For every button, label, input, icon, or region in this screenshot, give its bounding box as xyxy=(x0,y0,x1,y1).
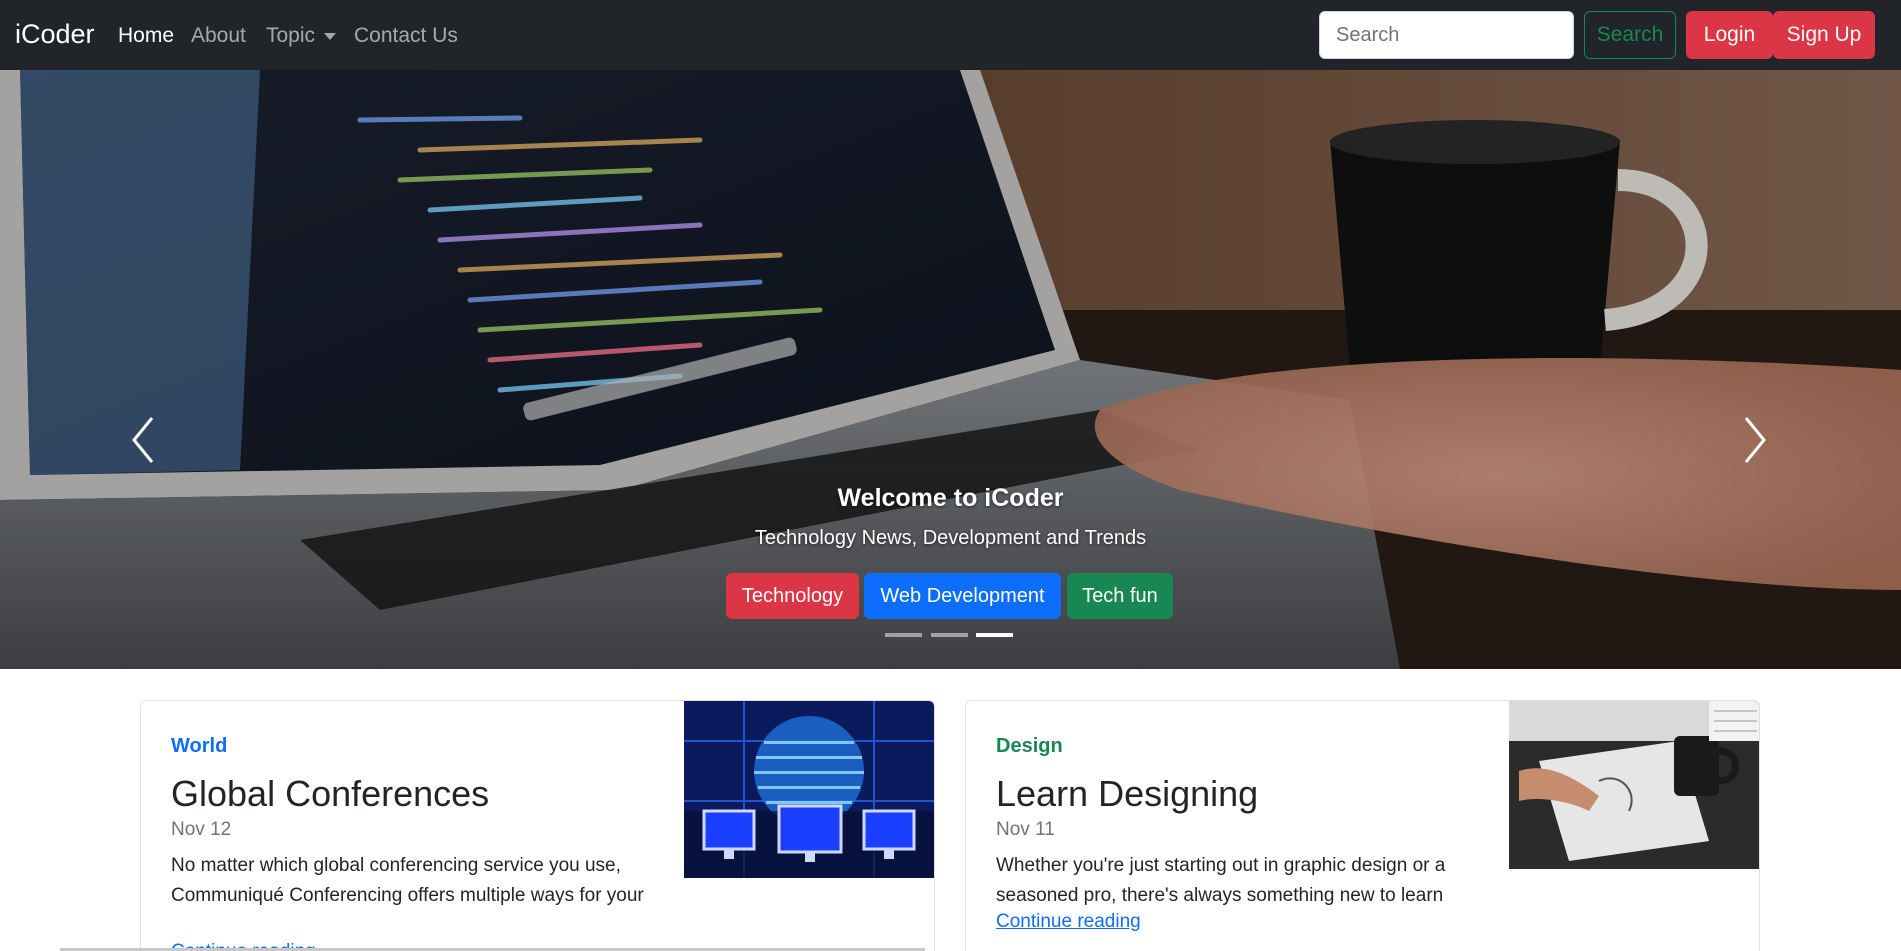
navbar: iCoder Home About Topic Contact Us Searc… xyxy=(0,0,1901,70)
carousel-indicator-2[interactable] xyxy=(931,633,968,637)
nav-link-contact[interactable]: Contact Us xyxy=(354,24,458,48)
carousel-indicator-1[interactable] xyxy=(885,633,922,637)
nav-link-home[interactable]: Home xyxy=(118,24,174,48)
login-button[interactable]: Login xyxy=(1686,11,1773,59)
hero-carousel: Welcome to iCoder Technology News, Devel… xyxy=(0,70,1901,669)
brand-logo[interactable]: iCoder xyxy=(15,19,95,50)
search-input[interactable] xyxy=(1319,11,1574,59)
carousel-title: Welcome to iCoder xyxy=(837,484,1064,512)
card-title: Learn Designing xyxy=(996,773,1259,814)
card-category: World xyxy=(171,735,228,757)
article-card-design: Design Learn Designing Nov 11 Whether yo… xyxy=(965,700,1760,951)
article-card-world: World Global Conferences Nov 12 No matte… xyxy=(140,700,935,951)
nav-link-topic-dropdown[interactable]: Topic xyxy=(266,24,337,48)
caret-down-icon xyxy=(324,32,337,40)
carousel-prev-icon[interactable] xyxy=(122,410,162,470)
carousel-next-icon[interactable] xyxy=(1736,410,1776,470)
nav-link-topic-label: Topic xyxy=(266,24,316,47)
signup-button[interactable]: Sign Up xyxy=(1773,11,1875,59)
search-button[interactable]: Search xyxy=(1584,11,1676,59)
tech-fun-button[interactable]: Tech fun xyxy=(1067,573,1173,619)
designer-sketching-photo xyxy=(1509,701,1759,869)
carousel-indicator-3[interactable] xyxy=(976,633,1013,637)
card-category: Design xyxy=(996,735,1063,757)
continue-reading-link[interactable]: Continue reading xyxy=(996,911,1141,933)
card-text: No matter which global conferencing serv… xyxy=(171,855,644,906)
technology-button[interactable]: Technology xyxy=(726,573,859,619)
card-date: Nov 12 xyxy=(171,819,232,840)
carousel-subtitle: Technology News, Development and Trends xyxy=(754,527,1147,549)
card-text: Whether you're just starting out in grap… xyxy=(996,855,1446,906)
card-date: Nov 11 xyxy=(996,819,1055,840)
global-conference-photo xyxy=(684,701,934,878)
card-title: Global Conferences xyxy=(171,773,490,814)
web-development-button[interactable]: Web Development xyxy=(864,573,1061,619)
nav-link-about[interactable]: About xyxy=(191,24,246,48)
